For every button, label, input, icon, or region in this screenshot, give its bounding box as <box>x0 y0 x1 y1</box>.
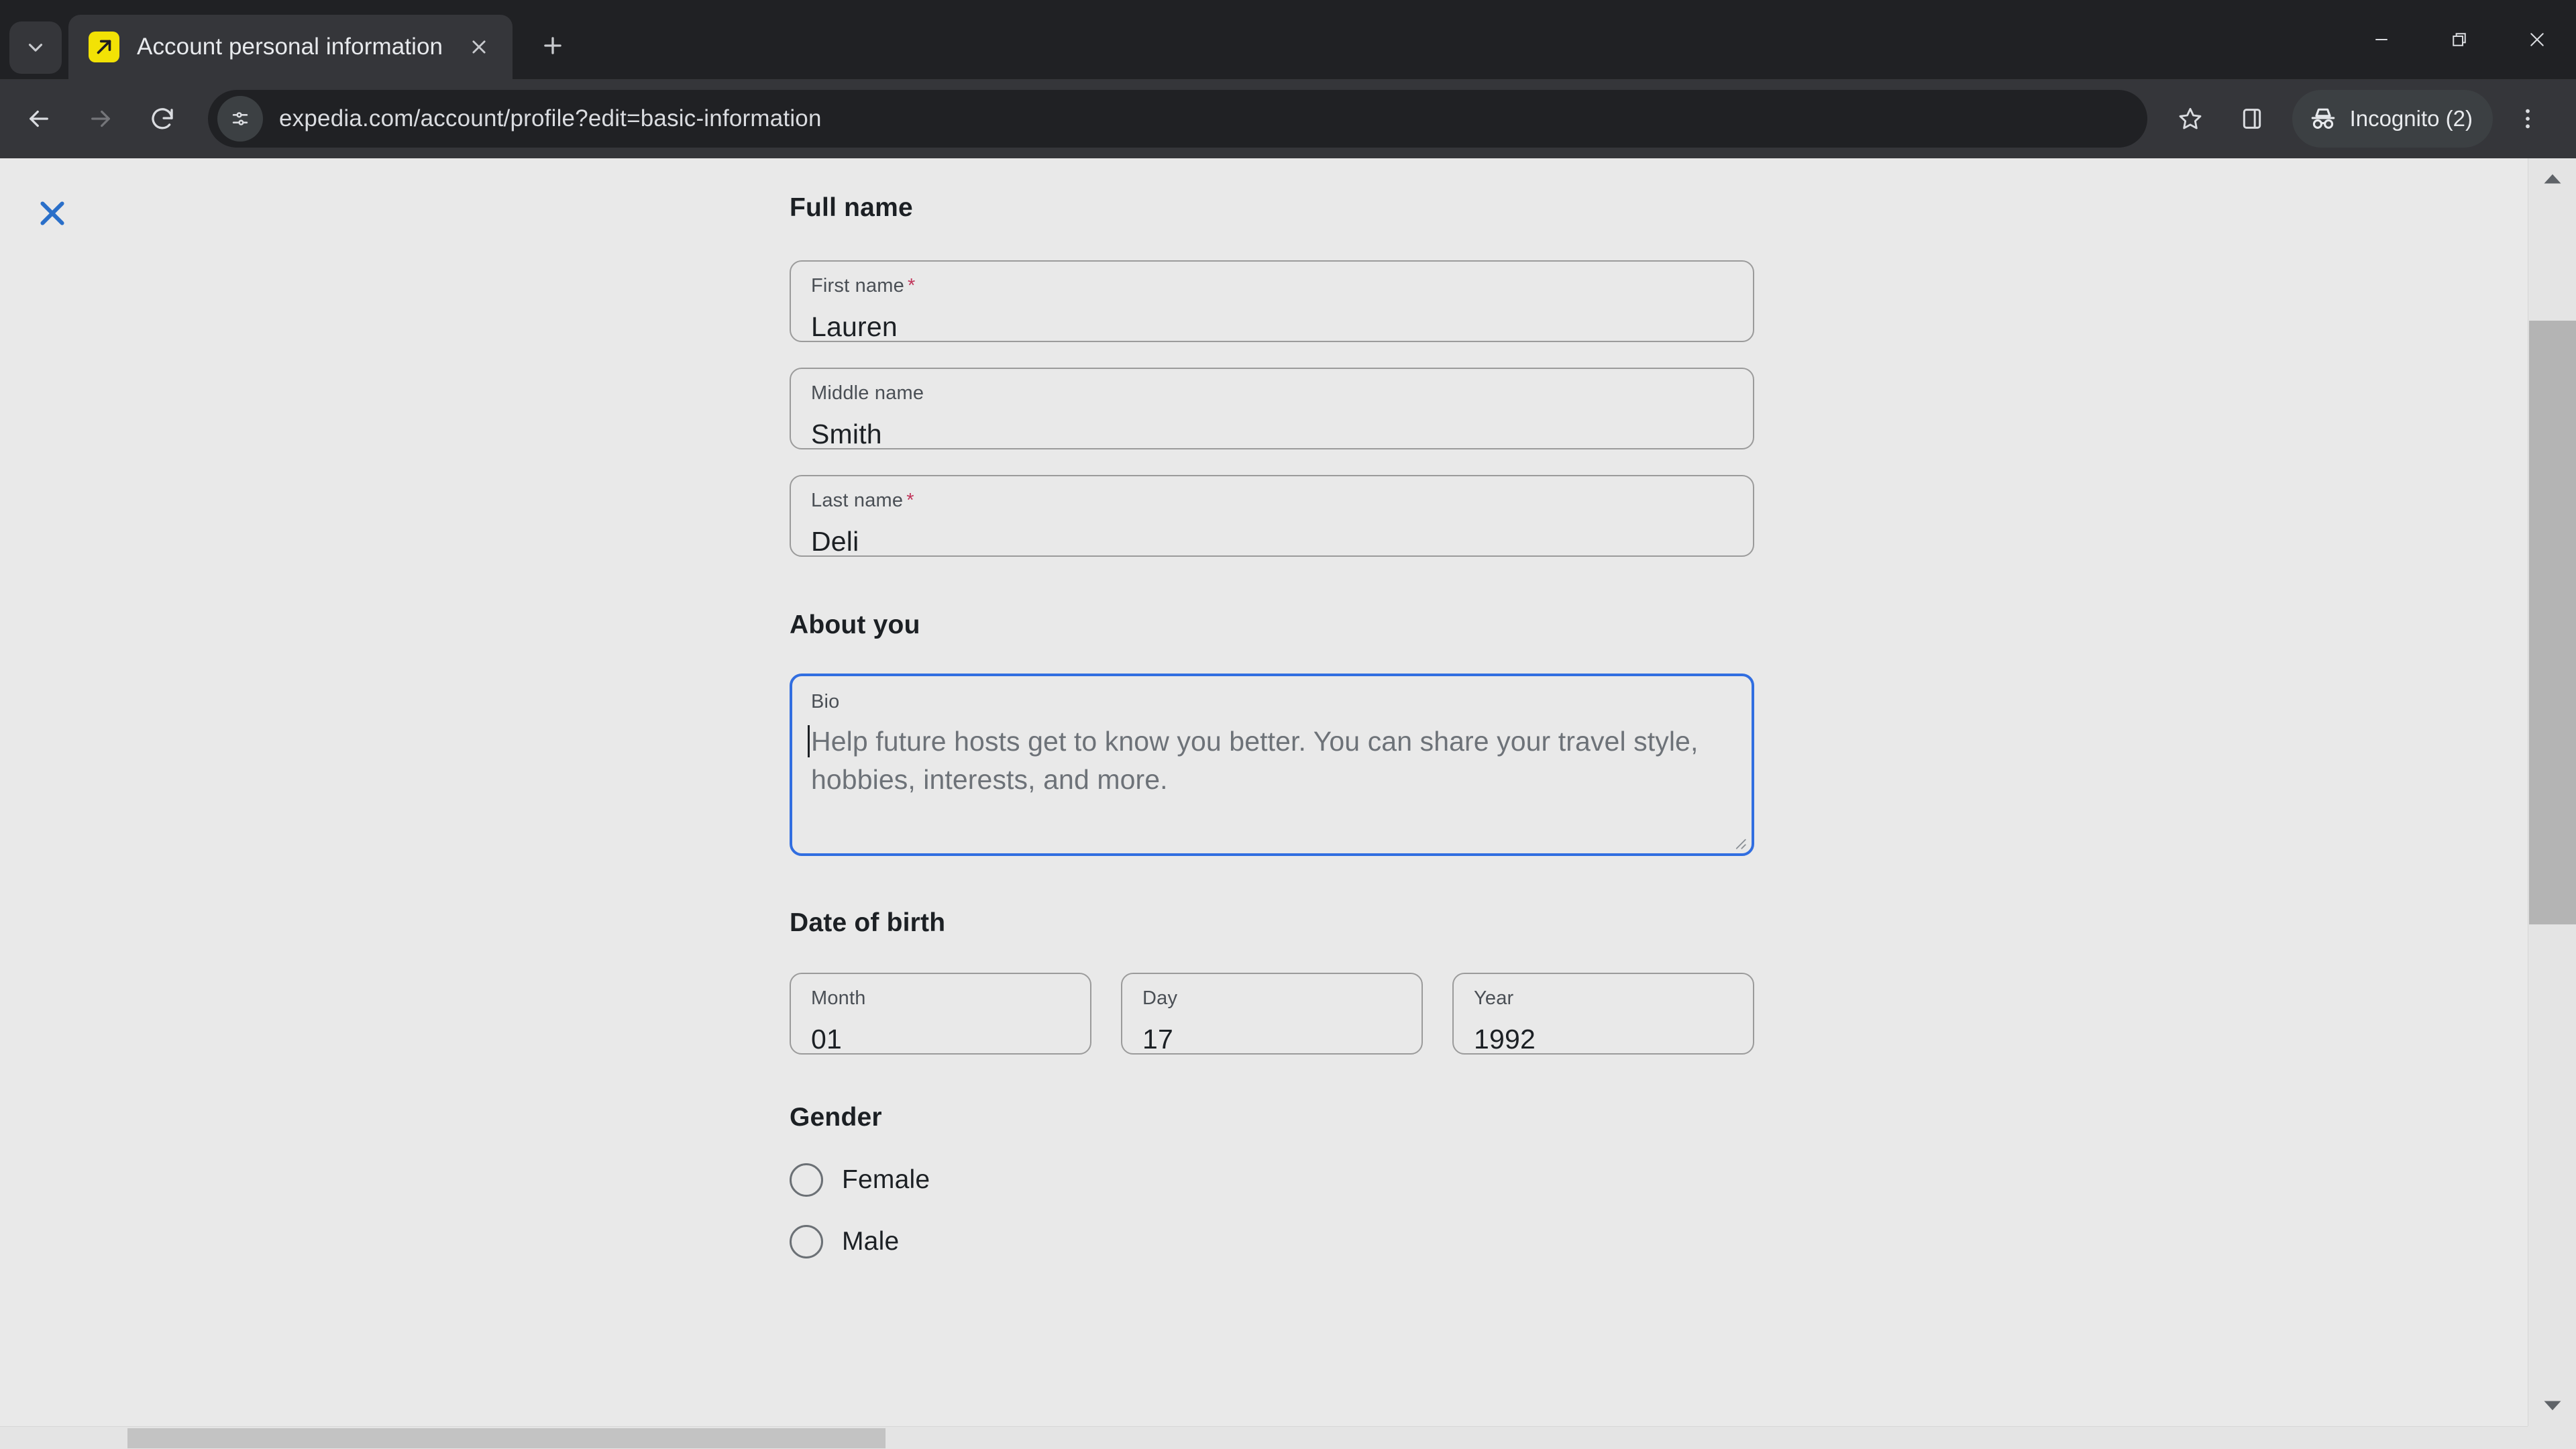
side-panel-button[interactable] <box>2221 88 2283 150</box>
dob-year-field[interactable]: Year 1992 <box>1452 973 1754 1055</box>
chrome-menu-button[interactable] <box>2497 88 2559 150</box>
middle-name-label: Middle name <box>811 382 924 404</box>
gender-label-female: Female <box>842 1165 930 1194</box>
window-controls <box>2343 0 2576 79</box>
middle-name-value: Smith <box>811 419 882 449</box>
radio-button-male[interactable] <box>790 1225 823 1258</box>
close-icon <box>40 201 64 225</box>
required-marker: * <box>907 275 916 297</box>
dob-month-value: 01 <box>811 1024 843 1055</box>
caret-up-icon <box>2544 174 2561 184</box>
new-tab-button[interactable] <box>527 20 578 71</box>
back-button[interactable] <box>8 88 70 150</box>
browser-tab-active[interactable]: Account personal information <box>68 15 513 79</box>
gender-label-male: Male <box>842 1227 900 1256</box>
site-settings-button[interactable] <box>217 96 263 142</box>
reload-button[interactable] <box>131 88 193 150</box>
scroll-up-button[interactable] <box>2528 158 2576 199</box>
address-bar[interactable]: expedia.com/account/profile?edit=basic-i… <box>208 90 2147 148</box>
tab-title: Account personal information <box>137 34 443 60</box>
restore-icon <box>2453 33 2466 46</box>
dob-day-label: Day <box>1142 987 1178 1009</box>
dob-day-value: 17 <box>1142 1024 1174 1055</box>
bio-label: Bio <box>811 691 840 712</box>
gender-option-female[interactable]: Female <box>790 1163 1754 1197</box>
bookmark-button[interactable] <box>2159 88 2221 150</box>
browser-window: Account personal information expedia.com… <box>0 0 2576 1449</box>
text-caret <box>808 725 810 757</box>
minimize-icon <box>2375 39 2387 40</box>
section-heading-date-of-birth: Date of birth <box>790 908 946 937</box>
bio-placeholder: Help future hosts get to know you better… <box>808 722 1733 798</box>
dob-year-value: 1992 <box>1474 1024 1536 1055</box>
window-minimize-button[interactable] <box>2343 0 2420 79</box>
reload-icon <box>152 108 173 129</box>
last-name-label: Last name * <box>811 490 914 511</box>
tab-close-button[interactable] <box>460 28 498 66</box>
tune-icon <box>232 112 248 125</box>
first-name-field[interactable]: First name * Lauren <box>790 260 1754 342</box>
vertical-scrollbar-thumb[interactable] <box>2529 321 2576 924</box>
dob-month-field[interactable]: Month 01 <box>790 973 1091 1055</box>
first-name-value: Lauren <box>811 311 898 342</box>
date-of-birth-row: Month 01 Day 17 Year 1992 <box>790 973 1754 1055</box>
arrow-right-icon <box>91 110 110 127</box>
scroll-down-button[interactable] <box>2528 1386 2576 1426</box>
arrow-left-icon <box>30 110 48 127</box>
browser-toolbar: expedia.com/account/profile?edit=basic-i… <box>0 79 2576 158</box>
forward-button[interactable] <box>70 88 131 150</box>
middle-name-field[interactable]: Middle name Smith <box>790 368 1754 449</box>
profile-edit-page: Full name First name * Lauren Middle name… <box>0 158 2528 1426</box>
close-icon <box>472 40 486 54</box>
close-dialog-button[interactable] <box>28 189 76 237</box>
last-name-value: Deli <box>811 526 859 557</box>
gender-option-male[interactable]: Male <box>790 1225 1754 1258</box>
dob-year-label: Year <box>1474 987 1514 1009</box>
close-icon <box>2530 33 2544 46</box>
window-close-button[interactable] <box>2498 0 2576 79</box>
window-restore-button[interactable] <box>2420 0 2498 79</box>
star-icon <box>2179 107 2201 129</box>
dob-month-label: Month <box>811 987 866 1009</box>
incognito-label: Incognito (2) <box>2349 106 2473 131</box>
required-marker: * <box>906 490 914 511</box>
textarea-resize-handle[interactable] <box>1730 833 1748 851</box>
plus-icon <box>544 37 561 54</box>
bio-field[interactable]: Bio Help future hosts get to know you be… <box>790 674 1754 856</box>
radio-button-female[interactable] <box>790 1163 823 1197</box>
caret-down-icon <box>2544 1401 2561 1411</box>
expedia-favicon <box>89 32 119 62</box>
incognito-icon <box>2311 108 2334 129</box>
horizontal-scrollbar[interactable] <box>0 1426 2528 1449</box>
three-dot-menu-icon <box>2526 109 2530 129</box>
incognito-profile-button[interactable]: Incognito (2) <box>2292 90 2493 148</box>
section-heading-gender: Gender <box>790 1103 882 1132</box>
dob-day-field[interactable]: Day 17 <box>1121 973 1423 1055</box>
page-viewport: Full name First name * Lauren Middle name… <box>0 158 2576 1449</box>
first-name-label: First name * <box>811 275 916 297</box>
section-heading-about-you: About you <box>790 610 920 639</box>
horizontal-scrollbar-thumb[interactable] <box>127 1428 885 1448</box>
section-heading-full-name: Full name <box>790 193 913 222</box>
scrollbar-corner <box>2528 1426 2576 1449</box>
profile-form: Full name First name * Lauren Middle name… <box>790 158 1754 1258</box>
vertical-scrollbar[interactable] <box>2528 158 2576 1426</box>
tab-search-button[interactable] <box>9 21 62 74</box>
resize-grip-icon <box>1735 839 1746 849</box>
last-name-field[interactable]: Last name * Deli <box>790 475 1754 557</box>
chevron-down-icon <box>28 44 43 52</box>
address-bar-url: expedia.com/account/profile?edit=basic-i… <box>279 105 822 131</box>
side-panel-icon <box>2243 109 2261 129</box>
arrow-up-right-icon <box>97 40 111 54</box>
tab-strip: Account personal information <box>0 0 2576 79</box>
